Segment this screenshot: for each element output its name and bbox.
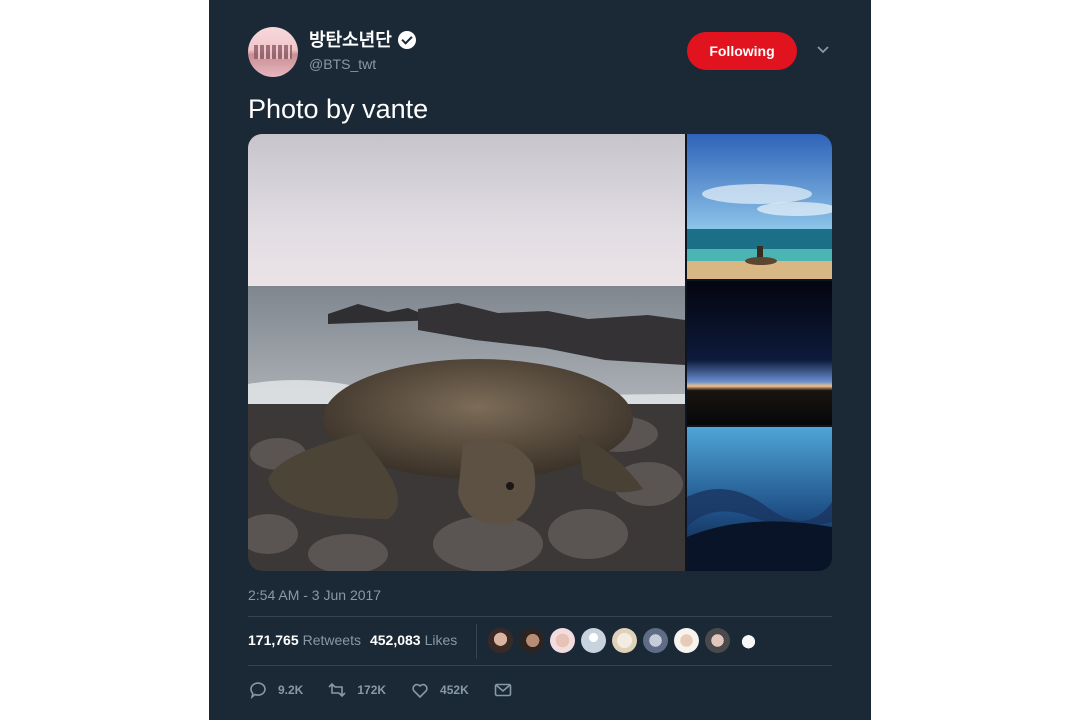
like-count: 452K [440,683,469,697]
following-button[interactable]: Following [687,32,797,70]
stats-separator [476,624,477,659]
reply-icon [250,682,266,700]
retweet-button[interactable]: 172K [327,680,386,700]
display-name[interactable]: 방탄소년단 [309,29,392,51]
photo-beach[interactable] [687,134,832,279]
tweet-timestamp[interactable]: 2:54 AM - 3 Jun 2017 [248,587,381,603]
retweets-label: Retweets [302,632,361,648]
retweets-count: 171,765 [248,632,299,648]
liker-avatar[interactable] [519,628,544,653]
liker-avatar[interactable] [550,628,575,653]
liker-avatar[interactable] [674,628,699,653]
tweet-text: Photo by vante [248,94,429,124]
engagement-stats: 171,765 Retweets 452,083 Likes [248,632,466,648]
liker-avatar[interactable] [612,628,637,653]
liker-avatars [488,628,761,653]
liker-avatar[interactable] [488,628,513,653]
liker-avatar[interactable] [736,628,761,653]
likes-label: Likes [424,632,458,648]
like-button[interactable]: 452K [410,680,469,700]
liker-avatar[interactable] [581,628,606,653]
reply-count: 9.2K [278,683,304,697]
photo-blue-clouds[interactable] [687,427,832,571]
profile-avatar[interactable] [248,27,298,77]
retweet-count: 172K [357,683,387,697]
reply-button[interactable]: 9.2K [248,680,303,700]
photo-turtle[interactable] [248,134,685,571]
photo-gallery [248,134,832,571]
divider-top [248,616,832,617]
retweets-stat[interactable]: 171,765 Retweets [248,632,361,648]
photo-night-sky[interactable] [687,281,832,425]
tweet-actions: 9.2K 172K 452K [248,680,537,700]
user-handle[interactable]: @BTS_twt [309,56,376,72]
verified-badge-icon [397,31,416,49]
divider-bottom [248,665,832,666]
retweet-icon [328,682,346,698]
direct-message-button[interactable] [493,680,513,700]
liker-avatar[interactable] [705,628,730,653]
like-icon [412,683,428,699]
chevron-down-icon[interactable] [814,40,832,58]
liker-avatar[interactable] [643,628,668,653]
likes-stat[interactable]: 452,083 Likes [370,632,457,648]
display-name-row: 방탄소년단 [309,29,416,51]
message-icon [494,683,512,697]
likes-count: 452,083 [369,632,421,648]
